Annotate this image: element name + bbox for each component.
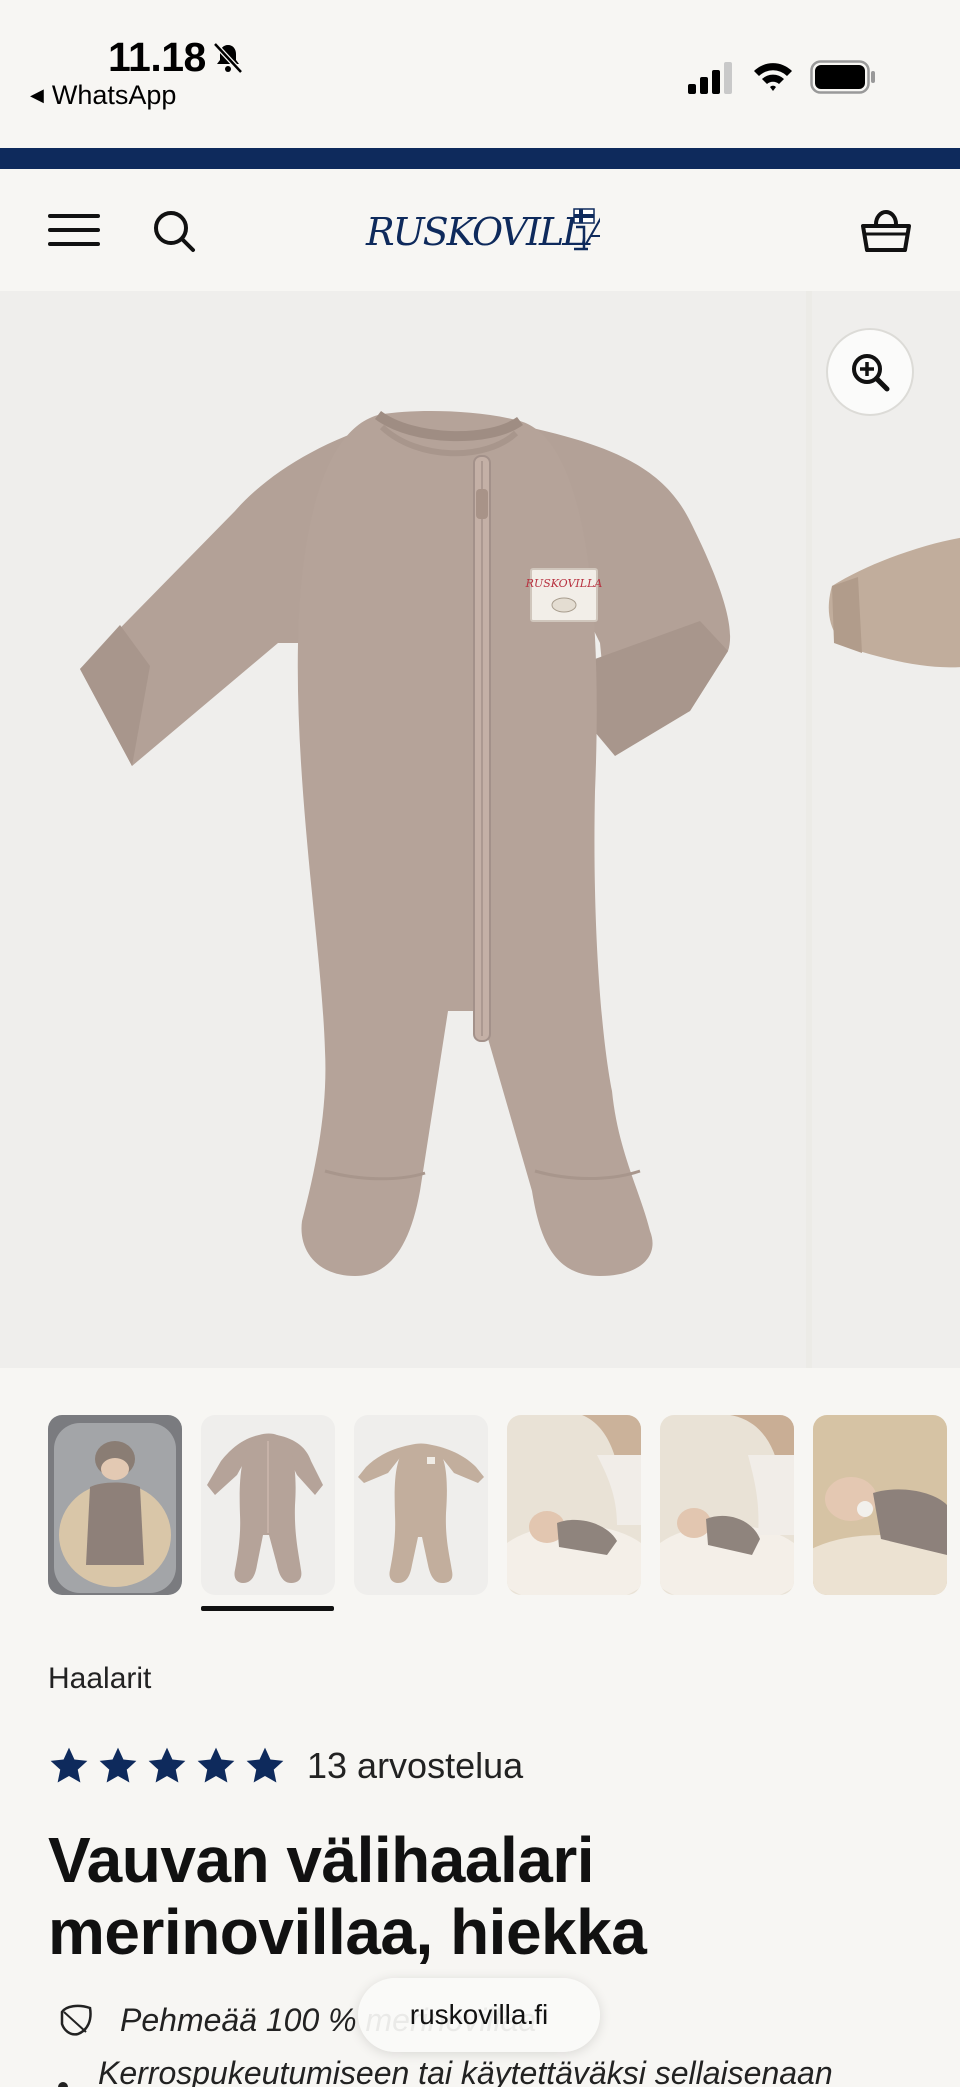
thumbnail-4[interactable] [507,1415,641,1595]
star-icon [50,1747,88,1783]
product-image-gallery[interactable]: RUSKOVILLA [0,291,960,1368]
hamburger-menu-icon[interactable] [48,212,100,248]
back-to-app-link[interactable]: ◀ WhatsApp [30,80,176,111]
feature-text: Kerrospukeutumiseen tai käytettäväksi se… [98,2054,833,2087]
thumbnail-2[interactable] [201,1415,335,1595]
product-title: Vauvan välihaalari merinovillaa, hiekka [48,1824,647,1968]
cellular-signal-icon [688,62,732,94]
wifi-icon [754,63,792,91]
back-arrow-icon: ◀ [30,85,44,105]
star-icon [148,1747,186,1783]
logo-wordmark: RUSKOVILLA [365,210,600,254]
thumbnail-strip [0,1415,960,1611]
thumbnail-1[interactable] [48,1415,182,1595]
status-time: 11.18 [108,34,206,80]
thumbnail-5[interactable] [660,1415,794,1595]
page: 11.18 ◀ WhatsApp RUSKOVILLA RUSKOVILLA H… [0,0,960,2087]
ruskovilla-logo[interactable]: RUSKOVILLA [364,201,613,259]
back-app-label: WhatsApp [51,80,177,110]
zoom-button[interactable] [826,328,914,416]
badge-label: RUSKOVILLA [525,577,603,590]
bell-muted-icon [213,42,243,74]
site-header: RUSKOVILLA [0,169,960,291]
leaf-icon [60,2004,92,2036]
battery-icon [810,60,875,94]
star-icon [197,1747,235,1783]
search-icon[interactable] [152,209,196,253]
star-icon [246,1747,284,1783]
product-rating[interactable]: 13 arvostelua [48,1742,523,1790]
status-bar: 11.18 ◀ WhatsApp [0,0,960,148]
brand-color-strip [0,148,960,169]
product-image-next[interactable] [812,291,960,1368]
feature-item: Kerrospukeutumiseen tai käytettäväksi se… [56,2052,833,2087]
review-count: 13 arvostelua [307,1745,524,1786]
active-thumbnail-indicator [201,1606,334,1611]
thumbnail-3[interactable] [354,1415,488,1595]
zoom-in-icon [852,354,890,392]
product-image-main[interactable]: RUSKOVILLA [0,291,806,1368]
cart-basket-icon[interactable] [860,206,912,254]
product-category[interactable]: Haalarit [48,1662,151,1696]
thumbnail-6[interactable] [813,1415,947,1595]
star-icon [99,1747,137,1783]
bullet-icon [58,2082,68,2087]
browser-url-pill[interactable]: ruskovilla.fi [358,1978,600,2052]
